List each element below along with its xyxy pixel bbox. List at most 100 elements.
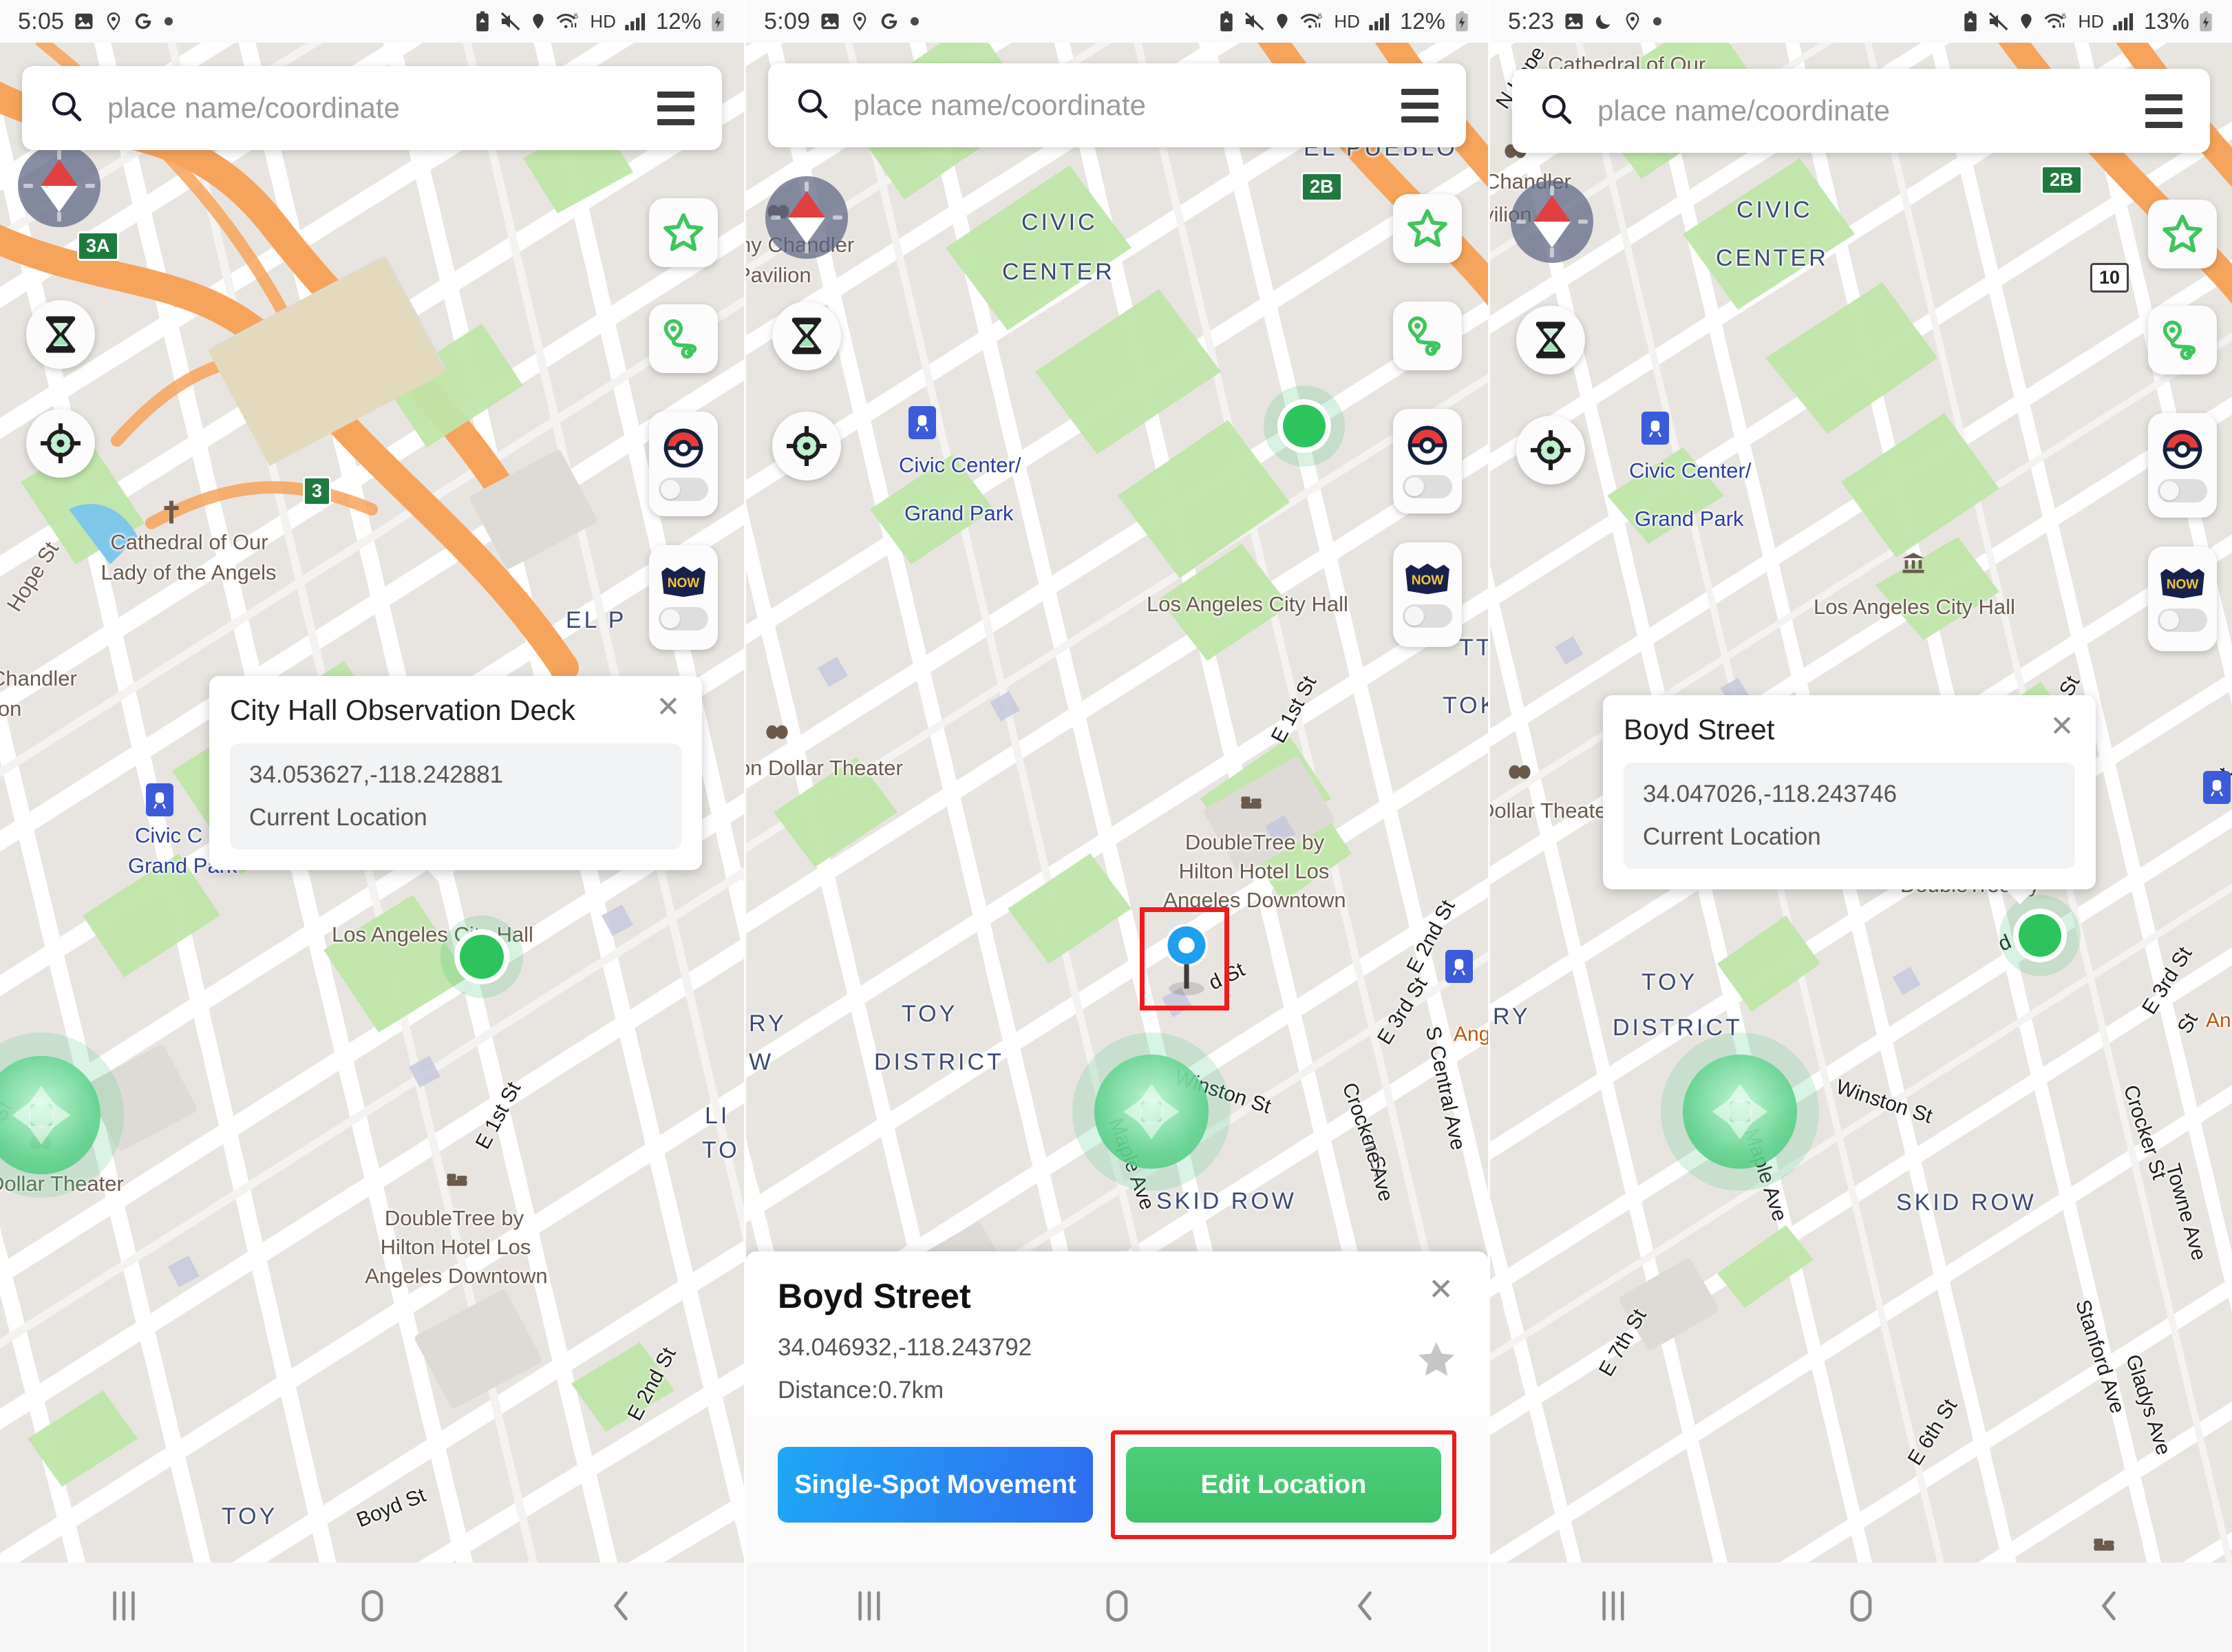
now-button[interactable]: NOW xyxy=(1393,542,1462,647)
location-pin-icon xyxy=(104,11,123,32)
status-bar-1: 5:05 6 HD 12% xyxy=(0,0,744,43)
locate-me-button[interactable] xyxy=(26,409,95,478)
now-toggle[interactable] xyxy=(1403,604,1452,628)
hotel-bed-icon xyxy=(1240,793,1262,816)
battery-saver-icon xyxy=(1218,10,1235,32)
menu-icon[interactable] xyxy=(1401,88,1438,123)
close-icon[interactable]: ✕ xyxy=(652,691,684,723)
favorites-button[interactable] xyxy=(649,198,718,267)
route-button[interactable] xyxy=(1393,301,1462,370)
star-icon xyxy=(2162,214,2202,253)
sheet-title: Boyd Street xyxy=(778,1277,971,1315)
pokeball-toggle[interactable] xyxy=(659,478,708,501)
menu-icon[interactable] xyxy=(657,91,694,125)
single-spot-movement-button[interactable]: Single-Spot Movement xyxy=(778,1447,1093,1523)
metro-station-icon xyxy=(908,406,936,439)
menu-icon[interactable] xyxy=(2145,94,2182,128)
route-button[interactable] xyxy=(649,304,718,373)
route-pin-icon xyxy=(1407,316,1441,356)
close-icon[interactable]: ✕ xyxy=(2046,710,2078,742)
screenshot-panel-3: 5:23 6 HD 13% N Hope Cathedral of Our Ch… xyxy=(1488,0,2232,1652)
sheet-distance: Distance:0.7km xyxy=(778,1377,944,1404)
back-icon[interactable] xyxy=(2094,1588,2123,1627)
location-pin-icon xyxy=(1273,11,1291,32)
favorite-star-icon[interactable] xyxy=(1415,1338,1458,1384)
screenshot-panel-1: 5:05 6 HD 12% Hope St Cathedral of Our L… xyxy=(0,0,744,1652)
moon-icon xyxy=(1594,11,1613,32)
location-pin-icon xyxy=(2017,11,2035,32)
sheet-header: Boyd Street ✕ 34.046932,-118.243792 Dist… xyxy=(746,1251,1488,1415)
now-toggle[interactable] xyxy=(659,607,708,631)
back-icon[interactable] xyxy=(1350,1588,1379,1627)
status-time: 5:09 xyxy=(764,8,811,34)
svg-text:6: 6 xyxy=(574,12,578,21)
back-icon[interactable] xyxy=(606,1588,635,1627)
home-icon[interactable] xyxy=(1101,1588,1133,1627)
search-icon xyxy=(50,89,84,127)
timer-hourglass-button[interactable] xyxy=(772,301,841,370)
recents-icon[interactable] xyxy=(109,1589,138,1627)
svg-text:NOW: NOW xyxy=(668,576,700,591)
location-pin-icon xyxy=(850,11,869,32)
pokeball-button[interactable] xyxy=(1393,409,1462,513)
wifi-icon: 6 xyxy=(2043,10,2070,32)
hourglass-icon xyxy=(791,317,822,354)
card-title: Boyd Street xyxy=(1624,713,1775,745)
search-bar[interactable]: place name/coordinate xyxy=(22,66,722,150)
status-time: 5:23 xyxy=(1508,8,1555,34)
search-bar[interactable]: place name/coordinate xyxy=(1512,69,2210,153)
compass-icon[interactable] xyxy=(765,176,848,259)
church-icon xyxy=(161,500,182,528)
movement-joystick[interactable] xyxy=(1072,1032,1231,1191)
pokeball-button[interactable] xyxy=(649,412,718,516)
locate-me-button[interactable] xyxy=(772,412,841,480)
edit-location-button[interactable]: Edit Location xyxy=(1126,1447,1441,1523)
recents-icon[interactable] xyxy=(1599,1589,1628,1627)
now-toggle[interactable] xyxy=(2158,608,2207,632)
location-action-sheet: Boyd Street ✕ 34.046932,-118.243792 Dist… xyxy=(746,1251,1488,1563)
search-input-placeholder[interactable]: place name/coordinate xyxy=(853,89,1401,122)
home-icon[interactable] xyxy=(357,1588,388,1627)
search-input-placeholder[interactable]: place name/coordinate xyxy=(1597,94,2145,127)
now-button[interactable]: NOW xyxy=(649,545,718,650)
google-g-icon xyxy=(133,11,153,32)
metro-station-icon xyxy=(1445,950,1473,983)
search-bar[interactable]: place name/coordinate xyxy=(768,63,1466,147)
civic-building-icon xyxy=(1902,551,1925,578)
svg-text:NOW: NOW xyxy=(1412,573,1444,588)
metro-station-icon xyxy=(2203,771,2231,804)
movement-joystick[interactable] xyxy=(0,1032,124,1198)
now-badge-icon: NOW xyxy=(1405,563,1449,595)
location-pin-icon xyxy=(529,11,547,32)
current-location-marker xyxy=(1999,895,2081,976)
recents-icon[interactable] xyxy=(855,1589,884,1627)
close-icon[interactable]: ✕ xyxy=(1428,1275,1454,1305)
signal-icon xyxy=(624,11,648,32)
mute-icon xyxy=(1243,11,1265,32)
timer-hourglass-button[interactable] xyxy=(1516,306,1585,374)
pokeball-toggle[interactable] xyxy=(1403,475,1452,498)
edit-location-highlight: Edit Location xyxy=(1111,1430,1456,1539)
timer-hourglass-button[interactable] xyxy=(26,300,95,369)
compass-icon[interactable] xyxy=(1511,180,1593,263)
highway-shield: 2B xyxy=(2041,165,2083,195)
home-icon[interactable] xyxy=(1845,1588,1877,1627)
hd-icon: HD xyxy=(590,10,616,32)
movement-joystick[interactable] xyxy=(1661,1032,1819,1191)
android-nav-bar-2 xyxy=(746,1563,1488,1652)
hourglass-icon xyxy=(1535,321,1566,359)
now-button[interactable]: NOW xyxy=(2148,547,2217,651)
locate-me-button[interactable] xyxy=(1516,416,1585,485)
highway-shield: 10 xyxy=(2090,263,2129,293)
search-input-placeholder[interactable]: place name/coordinate xyxy=(107,92,657,125)
pokeball-button[interactable] xyxy=(2148,413,2217,518)
compass-icon[interactable] xyxy=(18,145,100,227)
favorites-button[interactable] xyxy=(2148,200,2217,268)
image-icon xyxy=(74,11,94,32)
android-nav-bar-3 xyxy=(1490,1563,2232,1652)
pokeball-toggle[interactable] xyxy=(2158,479,2207,502)
mute-icon xyxy=(1987,11,2009,32)
android-nav-bar-1 xyxy=(0,1563,744,1652)
route-button[interactable] xyxy=(2148,306,2217,374)
favorites-button[interactable] xyxy=(1393,194,1462,263)
